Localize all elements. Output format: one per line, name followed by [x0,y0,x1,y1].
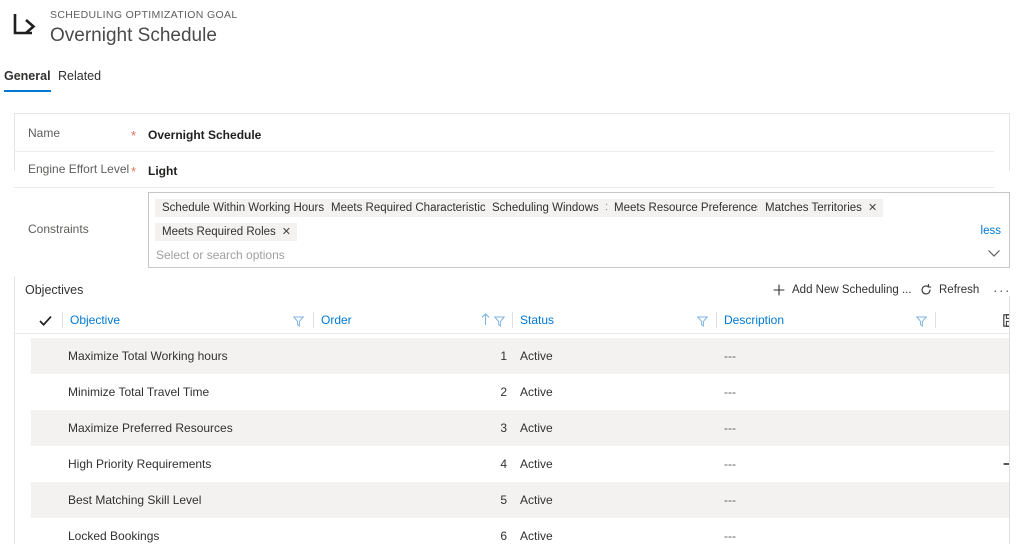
add-new-scheduling-objective-label: Add New Scheduling ... [792,284,912,296]
cell-status: Active [520,492,553,508]
field-value-engine-effort-level[interactable]: Light [148,163,177,179]
cell-objective: Maximize Preferred Resources [68,420,233,436]
column-header-description[interactable]: Description [724,311,784,329]
cell-status: Active [520,420,553,436]
cell-objective: High Priority Requirements [68,456,211,472]
page-title: Overnight Schedule [50,23,238,48]
table-row[interactable]: Maximize Preferred Resources 3 Active --… [31,410,1010,446]
cell-status: Active [520,384,553,400]
cell-order: 6 [421,528,507,544]
refresh-button[interactable]: Refresh [920,280,979,300]
field-label-engine-effort-level: Engine Effort Level [28,161,129,177]
remove-chip-icon[interactable]: ✕ [282,226,291,238]
column-divider [512,312,513,328]
add-new-scheduling-objective-button[interactable]: Add New Scheduling ... [773,280,912,300]
filter-funnel-icon[interactable] [293,314,304,325]
filter-funnel-icon[interactable] [916,314,927,325]
constraint-chip-label: Meets Required Roles [162,226,276,238]
column-divider [716,312,717,328]
cell-objective: Maximize Total Working hours [68,348,228,364]
form-row-divider [14,151,994,152]
constraint-chip-label: Meets Required Characteristics [331,202,491,214]
app-root: SCHEDULING OPTIMIZATION GOAL Overnight S… [0,0,1024,544]
field-label-name: Name [28,125,60,141]
constraint-chip[interactable]: Meets Required Roles ✕ [155,223,297,241]
cell-objective: Locked Bookings [68,528,159,544]
required-indicator-name: * [131,131,136,141]
entity-type-label: SCHEDULING OPTIMIZATION GOAL [50,9,238,22]
cell-order: 4 [421,456,507,472]
page-header: SCHEDULING OPTIMIZATION GOAL Overnight S… [0,0,1024,62]
cell-description: --- [724,348,736,364]
cell-description: --- [724,528,736,544]
refresh-icon [920,284,932,296]
column-divider [62,312,63,328]
cell-objective: Best Matching Skill Level [68,492,201,508]
cell-status: Active [520,456,553,472]
cell-description: --- [724,492,736,508]
tab-general[interactable]: General [4,68,51,92]
column-header-order[interactable]: Order [321,311,352,329]
refresh-label: Refresh [939,284,979,296]
plus-icon [773,284,785,296]
ellipsis-icon[interactable]: ··· [993,280,1010,300]
constraint-chip[interactable]: Matches Territories ✕ [758,199,883,217]
table-row[interactable]: Locked Bookings 6 Active --- [31,518,1010,544]
chevron-down-icon[interactable] [987,245,1001,255]
cell-order: 1 [421,348,507,364]
page-header-text: SCHEDULING OPTIMIZATION GOAL Overnight S… [50,9,238,48]
field-label-constraints: Constraints [28,221,89,237]
arrow-turn-right-icon [10,9,44,39]
show-less-link[interactable]: less [981,224,1001,238]
grid-toolbar: Objectives Add New Scheduling ... Refres… [15,276,1010,303]
constraint-chip[interactable]: Scheduling Windows✕ [485,199,620,217]
constraint-chip-label: Schedule Within Working Hours [162,202,324,214]
cell-order: 2 [421,384,507,400]
grid-header-row: Objective Order Status [15,306,1010,334]
cell-order: 5 [421,492,507,508]
grid-title: Objectives [25,282,83,298]
form-row-divider [14,187,994,188]
filter-funnel-icon[interactable] [697,314,708,325]
constraint-chip-label: Matches Territories [765,202,862,214]
table-row[interactable]: Minimize Total Travel Time 2 Active --- [31,374,1010,410]
column-header-status[interactable]: Status [520,311,554,329]
column-header-objective[interactable]: Objective [70,311,120,329]
required-indicator-engine-effort-level: * [131,167,136,177]
table-row[interactable]: High Priority Requirements 4 Active --- [31,446,1010,482]
column-divider [935,312,936,328]
table-row[interactable]: Best Matching Skill Level 5 Active --- [31,482,1010,518]
constraints-search-placeholder[interactable]: Select or search options [156,247,285,263]
constraints-multiselect[interactable]: Schedule Within Working Hours✕ Meets Req… [148,192,1010,268]
constraint-chip-label: Meets Resource Preferences [614,202,763,214]
grid-right-border [1009,296,1010,544]
cell-description: --- [724,384,736,400]
tab-related[interactable]: Related [58,68,101,92]
cell-description: --- [724,456,736,472]
constraint-chip[interactable]: Schedule Within Working Hours✕ [155,199,345,217]
cell-status: Active [520,348,553,364]
cell-order: 3 [421,420,507,436]
checkmark-icon[interactable] [39,314,52,326]
cell-description: --- [724,420,736,436]
column-divider [313,312,314,328]
cell-objective: Minimize Total Travel Time [68,384,209,400]
objectives-grid: Objectives Add New Scheduling ... Refres… [14,276,1010,544]
filter-funnel-icon[interactable] [494,314,505,325]
remove-chip-icon[interactable]: ✕ [868,202,877,214]
tab-bar: General Related [0,68,1024,94]
sort-ascending-icon[interactable] [481,313,490,326]
table-row[interactable]: Maximize Total Working hours 1 Active --… [31,338,1010,374]
cell-status: Active [520,528,553,544]
field-value-name[interactable]: Overnight Schedule [148,127,261,143]
constraint-chip-label: Scheduling Windows [492,202,599,214]
